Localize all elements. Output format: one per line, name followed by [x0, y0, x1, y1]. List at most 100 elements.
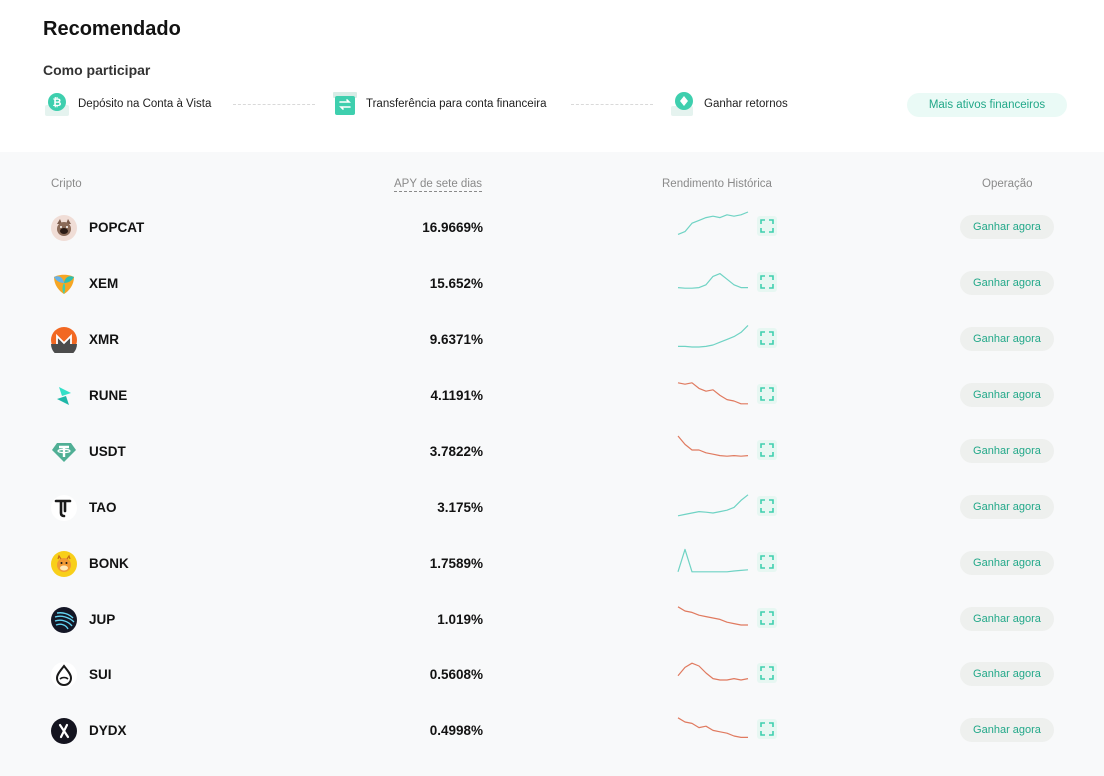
apy-value: 0.4998%: [429, 723, 483, 738]
step-deposit: ₿ Depósito na Conta à Vista: [44, 90, 211, 118]
sparkline: [677, 211, 749, 235]
sparkline-path: [677, 606, 748, 626]
sparkline: [678, 324, 749, 348]
table-row: POPCAT 16.9669% Ganhar agora: [0, 201, 1104, 257]
earn-now-button[interactable]: Ganhar agora: [960, 551, 1054, 575]
table-row: DYDX 0.4998% Ganhar agora: [0, 704, 1104, 760]
monero-icon: [51, 327, 77, 353]
expand-chart-icon[interactable]: [757, 608, 777, 628]
earn-now-button[interactable]: Ganhar agora: [960, 718, 1054, 742]
apy-value: 3.175%: [437, 500, 483, 515]
expand-chart-icon[interactable]: [757, 496, 777, 516]
earn-now-button[interactable]: Ganhar agora: [960, 607, 1054, 631]
sui-icon: [51, 662, 77, 688]
sparkline: [677, 272, 748, 289]
earn-now-button[interactable]: Ganhar agora: [960, 215, 1054, 239]
bittensor-icon: [51, 495, 77, 521]
earn-now-button[interactable]: Ganhar agora: [960, 327, 1054, 351]
expand-chart-icon[interactable]: [757, 440, 777, 460]
step-divider: [233, 104, 315, 105]
table-row: BONK 1.7589% Ganhar agora: [0, 537, 1104, 593]
expand-chart-icon[interactable]: [757, 719, 777, 739]
step-deposit-label: Depósito na Conta à Vista: [78, 98, 212, 110]
apy-value: 1.019%: [437, 612, 483, 627]
earn-now-button[interactable]: Ganhar agora: [960, 383, 1054, 407]
sparkline: [677, 435, 749, 457]
step-divider: [571, 104, 653, 105]
earn-now-button[interactable]: Ganhar agora: [960, 662, 1054, 686]
apy-value: 3.7822%: [429, 444, 483, 459]
table-row: XEM 15.652% Ganhar agora: [0, 257, 1104, 313]
sparkline-path: [677, 662, 749, 681]
sparkline: [677, 662, 749, 681]
coin-name: USDT: [89, 444, 126, 459]
sparkline-path: [677, 548, 749, 573]
table-row: TAO 3.175% Ganhar agora: [0, 481, 1104, 537]
table-row: JUP 1.019% Ganhar agora: [0, 593, 1104, 649]
page-title: Recomendado: [43, 18, 181, 40]
step-transfer: Transferência para conta financeira: [332, 90, 546, 118]
table-row: USDT 3.7822% Ganhar agora: [0, 425, 1104, 481]
sparkline-path: [677, 272, 748, 289]
apy-value: 9.6371%: [429, 332, 483, 347]
dydx-icon: [51, 718, 77, 744]
apy-value: 16.9669%: [422, 220, 483, 235]
more-financial-assets-button[interactable]: Mais ativos financeiros: [907, 93, 1067, 117]
coin-name: JUP: [89, 612, 116, 627]
apy-value: 4.1191%: [430, 388, 483, 403]
earn-now-button[interactable]: Ganhar agora: [960, 495, 1054, 519]
coin-name: TAO: [89, 500, 117, 515]
sparkline: [677, 382, 748, 405]
apy-value: 1.7589%: [429, 556, 483, 571]
recommended-table: Cripto APY de sete dias Rendimento Histó…: [0, 152, 1104, 776]
expand-chart-icon[interactable]: [757, 216, 777, 236]
step-earn: Ganhar retornos: [670, 90, 788, 118]
bonk-icon: [51, 551, 77, 577]
apy-value: 0.5608%: [429, 667, 483, 682]
expand-chart-icon[interactable]: [757, 552, 777, 572]
sparkline-path: [677, 717, 748, 738]
transfer-icon: [333, 92, 357, 115]
expand-chart-icon[interactable]: [757, 328, 777, 348]
bitcoin-deposit-icon: ₿: [45, 93, 69, 116]
earn-now-button[interactable]: Ganhar agora: [960, 439, 1054, 463]
sparkline-path: [677, 435, 749, 457]
sparkline: [677, 717, 748, 738]
table-row: RUNE 4.1191% Ganhar agora: [0, 369, 1104, 425]
coin-name: XEM: [89, 276, 119, 291]
sparkline-path: [677, 382, 748, 405]
step-earn-label: Ganhar retornos: [704, 98, 788, 110]
expand-chart-icon[interactable]: [757, 663, 777, 683]
popcat-icon: [51, 215, 77, 241]
table-row: SUI 0.5608% Ganhar agora: [0, 648, 1104, 704]
rune-icon: [57, 387, 71, 405]
coin-name: POPCAT: [89, 220, 145, 235]
recommended-header: Recomendado Como participar ₿ Depósito n…: [0, 0, 1104, 152]
sparkline-path: [678, 324, 749, 348]
sparkline: [677, 606, 748, 626]
sparkline-path: [677, 494, 749, 517]
coin-name: XMR: [89, 332, 119, 347]
sparkline-path: [677, 211, 749, 235]
column-header-operation: Operação: [982, 178, 1033, 190]
expand-chart-icon[interactable]: [757, 384, 777, 404]
coin-name: DYDX: [89, 723, 127, 738]
column-header-history: Rendimento Histórica: [662, 178, 772, 190]
table-row: XMR 9.6371% Ganhar agora: [0, 313, 1104, 369]
earn-now-button[interactable]: Ganhar agora: [960, 271, 1054, 295]
coin-name: BONK: [89, 556, 129, 571]
tether-icon: [52, 443, 76, 462]
column-header-coin: Cripto: [51, 178, 82, 190]
coin-name: RUNE: [89, 388, 128, 403]
sparkline: [677, 548, 749, 573]
svg-text:₿: ₿: [53, 96, 62, 109]
column-header-apy[interactable]: APY de sete dias: [394, 178, 483, 192]
apy-value: 15.652%: [429, 276, 483, 291]
xem-icon: [54, 274, 74, 294]
expand-chart-icon[interactable]: [757, 272, 777, 292]
step-transfer-label: Transferência para conta financeira: [366, 98, 547, 110]
coin-name: SUI: [89, 667, 112, 682]
jupiter-icon: [51, 607, 77, 633]
diamond-returns-icon: [671, 92, 693, 116]
sparkline: [677, 494, 749, 517]
